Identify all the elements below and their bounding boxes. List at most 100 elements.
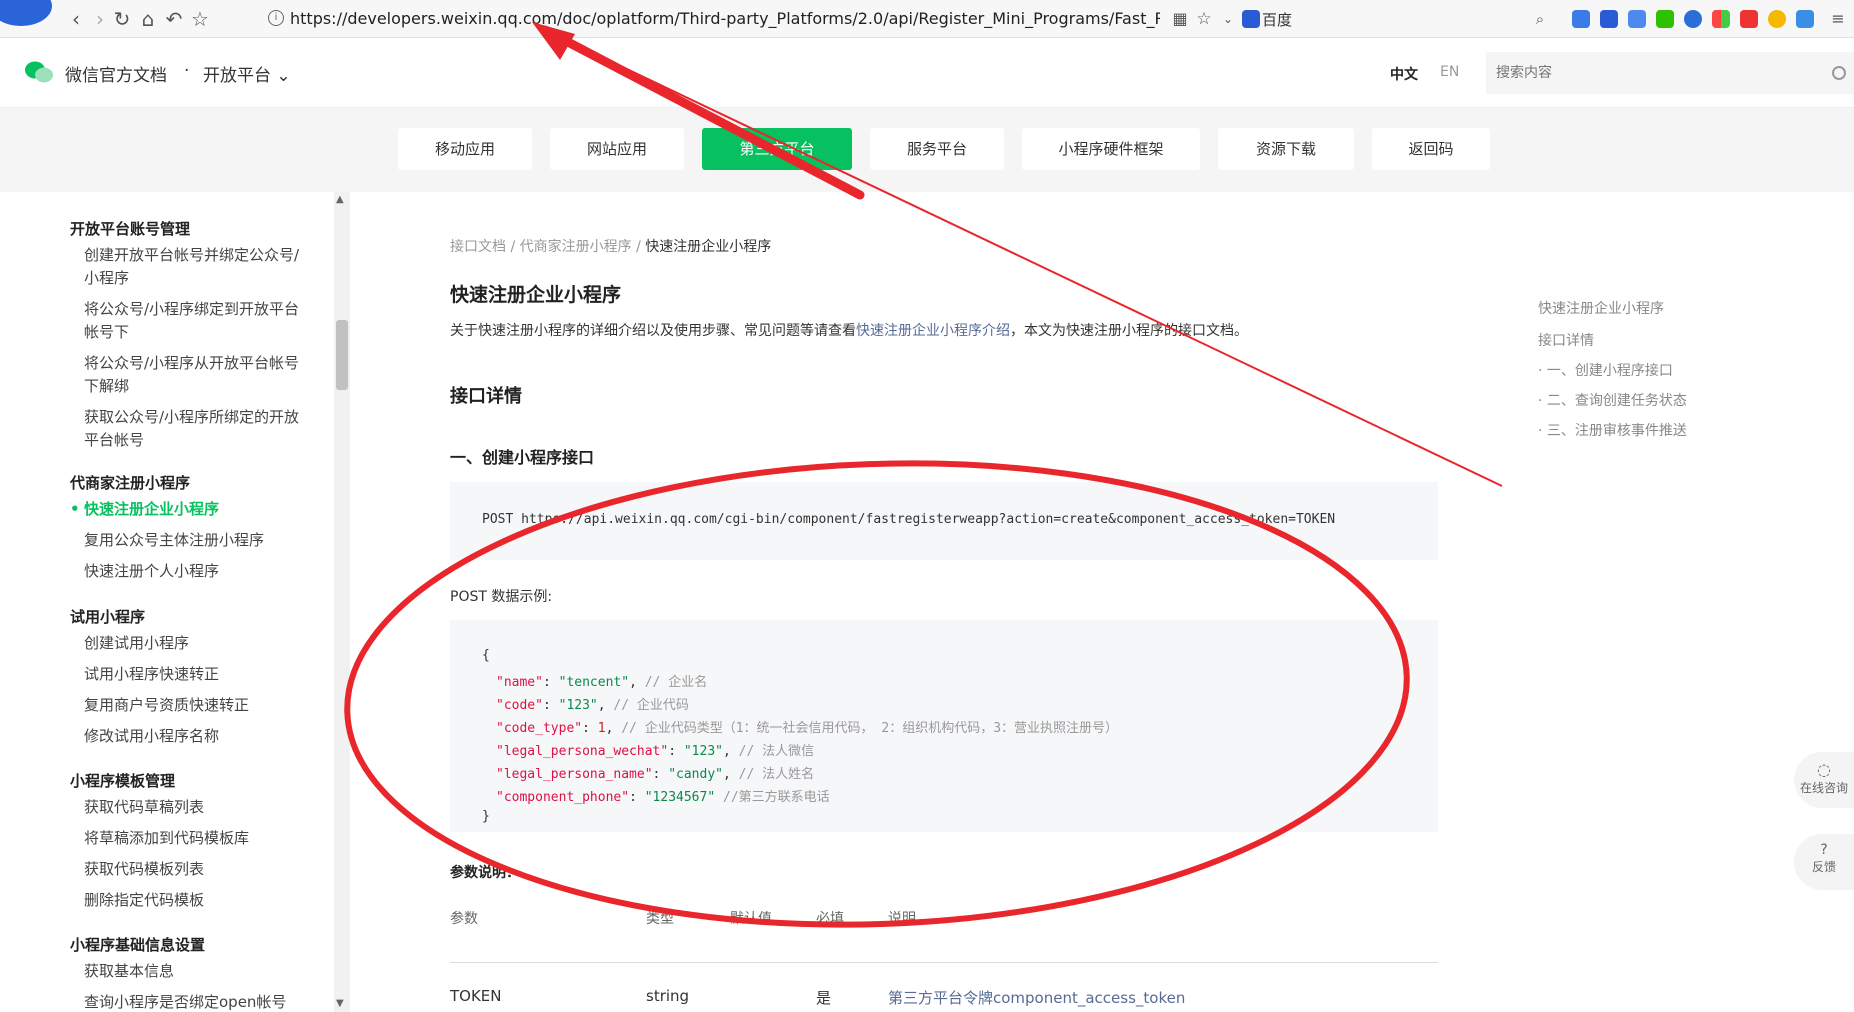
sidebar-group-title[interactable]: 开放平台账号管理 (70, 218, 190, 239)
reload-icon[interactable]: ↻ (110, 7, 134, 31)
address-bar[interactable]: https://developers.weixin.qq.com/doc/opl… (290, 9, 1160, 28)
sidebar-item[interactable]: 获取基本信息 (84, 960, 304, 983)
code-key: "name" (496, 675, 543, 690)
toc-item[interactable]: · 一、创建小程序接口 (1538, 360, 1673, 380)
feedback-label: 反馈 (1811, 860, 1836, 874)
sidebar-scrollbar-thumb[interactable] (336, 320, 348, 390)
wechat-icon[interactable] (1656, 10, 1674, 28)
breadcrumb: 接口文档 / 代商家注册小程序 / 快速注册企业小程序 (450, 236, 771, 256)
sidebar-item[interactable]: 创建试用小程序 (84, 632, 304, 655)
chevron-down-icon[interactable]: ⌄ (1216, 7, 1240, 31)
undo-icon[interactable]: ↶ (162, 7, 186, 31)
feedback-button[interactable]: ? 反馈 (1794, 834, 1854, 890)
moon-icon[interactable] (1768, 10, 1786, 28)
code-line: "code": "123", // 企业代码 (496, 698, 689, 713)
code-key: "legal_persona_name" (496, 767, 653, 782)
translate-alt-icon[interactable] (1628, 10, 1646, 28)
scroll-down-icon[interactable]: ▼ (336, 998, 344, 1009)
sidebar-item-active[interactable]: 快速注册企业小程序 (70, 498, 304, 521)
apps-icon[interactable] (1712, 10, 1730, 28)
tab-service-platform[interactable]: 服务平台 (870, 128, 1004, 170)
table-cell-desc[interactable]: 第三方平台令牌component_access_token (888, 987, 1185, 1008)
tab-mobile-app[interactable]: 移动应用 (398, 128, 532, 170)
favorite-icon[interactable]: ☆ (1192, 7, 1216, 31)
sidebar-item[interactable]: 获取代码草稿列表 (84, 796, 304, 819)
breadcrumb-item[interactable]: 代商家注册小程序 (520, 239, 632, 255)
code-key: "legal_persona_wechat" (496, 744, 669, 759)
pdf-icon[interactable] (1740, 10, 1758, 28)
zoom-icon[interactable]: ⌕ (1528, 7, 1552, 31)
api-url: POST https://api.weixin.qq.com/cgi-bin/c… (482, 512, 1336, 527)
toc-item[interactable]: 接口详情 (1538, 330, 1594, 350)
sidebar-item[interactable]: 获取代码模板列表 (84, 858, 304, 881)
title-separator: · (184, 61, 190, 81)
search-icon[interactable] (1832, 66, 1846, 80)
sidebar-item[interactable]: 将公众号/小程序绑定到开放平台帐号下 (84, 298, 304, 344)
info-icon[interactable]: i (268, 10, 284, 26)
code-value: "candy" (668, 767, 723, 782)
breadcrumb-item[interactable]: 接口文档 (450, 239, 506, 255)
back-icon[interactable]: ‹ (64, 7, 88, 31)
sidebar-group-title[interactable]: 试用小程序 (70, 606, 145, 627)
code-value: "1234567" (644, 790, 716, 805)
sidebar-group-title[interactable]: 小程序基础信息设置 (70, 934, 205, 955)
sidebar-item[interactable]: 快速注册个人小程序 (84, 560, 304, 583)
tab-resource-download[interactable]: 资源下载 (1218, 128, 1354, 170)
tab-return-code[interactable]: 返回码 (1372, 128, 1490, 170)
home-icon[interactable]: ⌂ (136, 7, 160, 31)
sidebar-item[interactable]: 删除指定代码模板 (84, 889, 304, 912)
code-brace: { (482, 648, 490, 663)
sidebar-item[interactable]: 试用小程序快速转正 (84, 663, 304, 686)
paw-icon[interactable] (1600, 10, 1618, 28)
code-comment: // 法人微信 (738, 744, 815, 759)
qr-icon[interactable]: ▦ (1168, 7, 1192, 31)
scroll-up-icon[interactable]: ▲ (336, 194, 344, 205)
translate-icon[interactable] (1572, 10, 1590, 28)
menu-icon[interactable]: ≡ (1826, 7, 1850, 31)
tab-hardware-framework[interactable]: 小程序硬件框架 (1022, 128, 1200, 170)
intro-after: ，本文为快速注册小程序的接口文档。 (1010, 323, 1248, 339)
table-cell-type: string (646, 987, 690, 1005)
code-comment: //第三方联系电话 (723, 790, 830, 805)
sidebar-item[interactable]: 将公众号/小程序从开放平台帐号下解绑 (84, 352, 304, 398)
sidebar-group-title[interactable]: 小程序模板管理 (70, 770, 175, 791)
platform-dropdown[interactable]: 开放平台 ⌄ (203, 61, 291, 86)
sidebar-item[interactable]: 复用商户号资质快速转正 (84, 694, 304, 717)
code-comment: // 法人姓名 (738, 767, 815, 782)
code-line: "code_type": 1, // 企业代码类型（1：统一社会信用代码， 2：… (496, 721, 1119, 736)
toc-item[interactable]: · 二、查询创建任务状态 (1538, 390, 1687, 410)
search-input[interactable] (1486, 52, 1854, 94)
site-header: 微信官方文档 · 开放平台 ⌄ 中文 EN (0, 38, 1854, 108)
sidebar-item[interactable]: 修改试用小程序名称 (84, 725, 304, 748)
tab-third-party[interactable]: 第三方平台 (702, 128, 852, 170)
sidebar-item[interactable]: 复用公众号主体注册小程序 (84, 529, 304, 552)
site-title[interactable]: 微信官方文档 (65, 61, 167, 86)
sidebar-group-title[interactable]: 代商家注册小程序 (70, 472, 190, 493)
table-cell-required: 是 (816, 989, 832, 1007)
code-value: "123" (558, 698, 598, 713)
toc-item[interactable]: 快速注册企业小程序 (1538, 298, 1664, 318)
profile-avatar[interactable] (0, 0, 52, 26)
bookmark-star-icon[interactable]: ☆ (188, 7, 212, 31)
question-icon: ? (1820, 842, 1828, 858)
tab-web-app[interactable]: 网站应用 (550, 128, 684, 170)
tools-icon[interactable] (1796, 10, 1814, 28)
sidebar-nav: 开放平台账号管理 创建开放平台帐号并绑定公众号/小程序 将公众号/小程序绑定到开… (0, 192, 350, 1012)
sidebar-scrollbar[interactable] (334, 192, 350, 1012)
lang-zh-link[interactable]: 中文 (1390, 64, 1418, 84)
toc-item[interactable]: · 三、注册审核事件推送 (1538, 420, 1687, 440)
section-heading-detail: 接口详情 (450, 386, 522, 407)
intro-link[interactable]: 快速注册企业小程序介绍 (856, 323, 1010, 339)
sidebar-item[interactable]: 将草稿添加到代码模板库 (84, 827, 304, 850)
search-engine-label[interactable]: 百度 (1262, 9, 1292, 30)
sidebar-item[interactable]: 创建开放平台帐号并绑定公众号/小程序 (84, 244, 304, 290)
table-header: 参数 (450, 911, 478, 927)
code-key: "code" (496, 698, 543, 713)
sidebar-item[interactable]: 查询小程序是否绑定open帐号 (84, 991, 304, 1012)
sidebar-item[interactable]: 获取公众号/小程序所绑定的开放平台帐号 (84, 406, 304, 452)
download-icon[interactable] (1684, 10, 1702, 28)
forward-icon[interactable]: › (88, 7, 112, 31)
lang-en-link[interactable]: EN (1440, 64, 1459, 80)
online-consult-button[interactable]: ◌ 在线咨询 (1794, 752, 1854, 808)
table-header: 类型 (646, 911, 674, 927)
